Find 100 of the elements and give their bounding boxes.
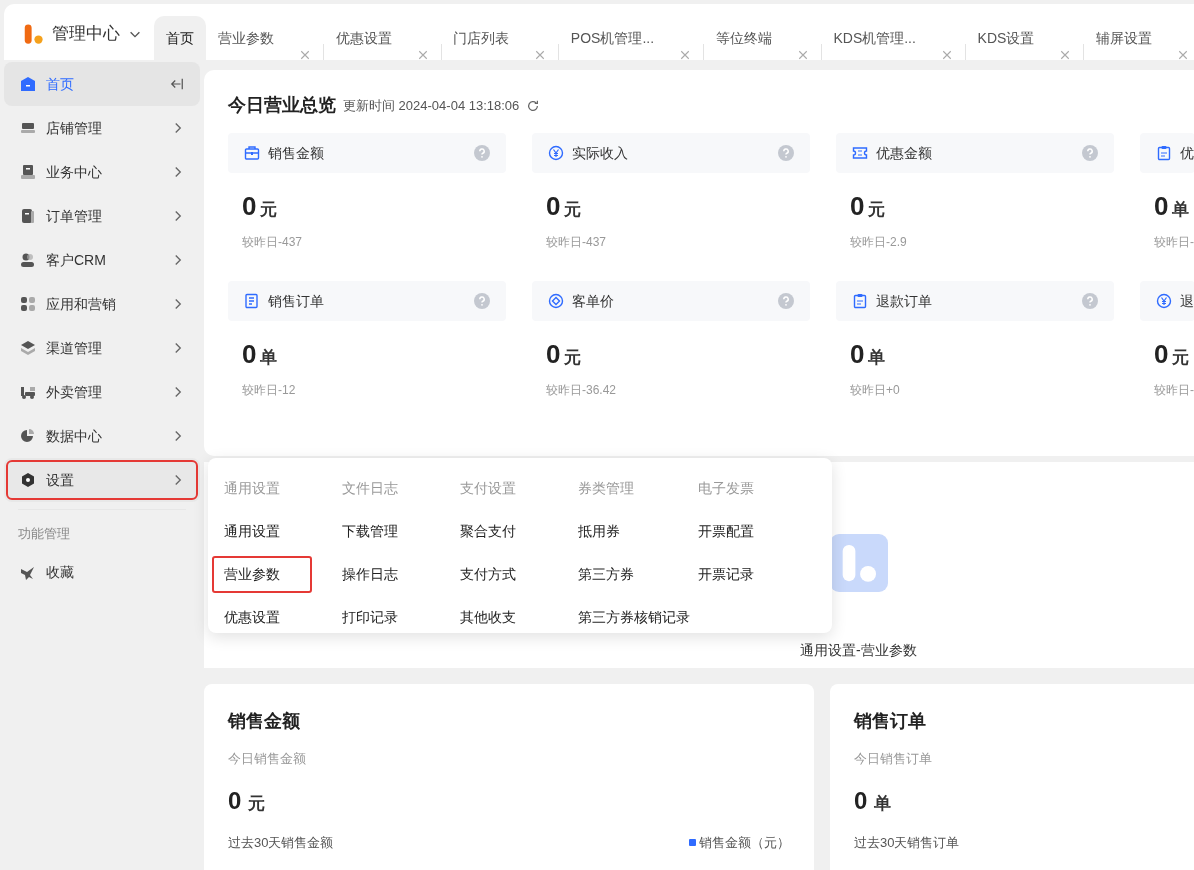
stat-unit: 单 <box>1171 199 1189 221</box>
shortcut-label[interactable]: 通用设置-营业参数 <box>800 640 917 661</box>
tab[interactable]: 门店列表 <box>441 16 522 60</box>
sidebar-item[interactable]: 外卖管理 <box>4 370 200 414</box>
sidebar-item[interactable]: 客户CRM <box>4 238 200 282</box>
menu-item[interactable]: 第三方券核销记录 <box>566 599 702 636</box>
briefcase-icon <box>244 145 260 161</box>
card-value: 0 <box>854 785 868 816</box>
menu-item[interactable]: 抵用券 <box>566 513 632 550</box>
tab[interactable]: KDS设置 <box>965 16 1047 60</box>
section-label: 功能管理 <box>17 525 71 543</box>
stat-value: 0 <box>242 190 257 223</box>
menu-item[interactable]: 第三方券 <box>566 556 646 593</box>
close-icon[interactable] <box>797 50 808 60</box>
close-icon[interactable] <box>680 50 691 60</box>
sidebar-item[interactable]: 店铺管理 <box>4 106 200 150</box>
sidebar-item[interactable]: 设置 <box>4 458 200 502</box>
stat-label: 退 <box>1180 291 1194 311</box>
sidebar-item[interactable]: 首页 <box>4 62 200 106</box>
stat-comparison: 较昨日-12 <box>242 382 297 399</box>
tab[interactable]: 优惠设置 <box>323 16 404 60</box>
tab[interactable]: 等位终端 <box>703 16 784 60</box>
menu-item[interactable]: 操作日志 <box>330 556 410 593</box>
period-label: 过去30天销售金额 <box>228 833 334 852</box>
ticket-icon <box>852 145 868 161</box>
tab[interactable]: 营业参数 <box>205 16 286 60</box>
card-title: 销售金额 <box>228 710 301 733</box>
refresh-icon <box>526 98 541 113</box>
close-icon[interactable] <box>1178 50 1189 60</box>
tab[interactable]: KDS机管理... <box>821 16 928 60</box>
card-value: 0 <box>228 785 242 816</box>
menu-heading: 券类管理 <box>578 479 635 498</box>
close-icon[interactable] <box>417 50 428 60</box>
stat-comparison: 较昨日-36.42 <box>546 382 618 399</box>
receipt-icon <box>244 293 260 309</box>
close-icon[interactable] <box>1060 50 1071 60</box>
menu-item[interactable]: 其他收支 <box>448 599 528 636</box>
menu-item[interactable]: 支付方式 <box>448 556 528 593</box>
apps-icon <box>20 296 36 312</box>
stat-unit: 元 <box>563 347 581 369</box>
help-icon[interactable] <box>474 145 490 161</box>
stat-unit: 元 <box>563 199 581 221</box>
stat-unit: 单 <box>259 347 277 369</box>
menu-item[interactable]: 打印记录 <box>330 599 410 636</box>
sidebar-item[interactable]: 数据中心 <box>4 414 200 458</box>
menu-item[interactable]: 优惠设置 <box>212 599 292 636</box>
settings-icon <box>20 472 36 488</box>
clipboard-icon <box>1156 145 1172 161</box>
menu-item[interactable]: 营业参数 <box>212 556 312 593</box>
help-icon[interactable] <box>1082 293 1098 309</box>
stat-value: 0 <box>242 338 257 371</box>
logo-icon <box>22 23 44 45</box>
menu-item[interactable]: 聚合支付 <box>448 513 528 550</box>
section-title: 今日营业总览 <box>228 94 336 117</box>
stat-label: 实际收入 <box>572 143 628 163</box>
legend-label: 销售金额（元） <box>699 833 790 852</box>
sidebar-item[interactable]: 应用和营销 <box>4 282 200 326</box>
stat-label: 优惠金额 <box>876 143 932 163</box>
stat-value: 0 <box>850 190 865 223</box>
card-subtitle: 今日销售金额 <box>228 750 307 768</box>
sidebar-item[interactable]: 渠道管理 <box>4 326 200 370</box>
menu-item[interactable]: 开票配置 <box>686 513 766 550</box>
monitor-icon <box>20 164 36 180</box>
card-unit: 单 <box>874 792 892 815</box>
app-title[interactable]: 管理中心 <box>52 21 120 47</box>
stat-label: 客单价 <box>572 291 614 311</box>
help-icon[interactable] <box>474 293 490 309</box>
close-icon[interactable] <box>299 50 310 60</box>
sidebar-item[interactable]: 业务中心 <box>4 150 200 194</box>
document-icon <box>20 208 36 224</box>
layers-icon <box>20 340 36 356</box>
help-icon[interactable] <box>778 145 794 161</box>
sidebar-item[interactable]: 订单管理 <box>4 194 200 238</box>
stat-value: 0 <box>850 338 865 371</box>
tab[interactable]: 首页 <box>153 16 206 60</box>
period-label: 过去30天销售订单 <box>854 833 960 852</box>
clipboard-icon <box>852 293 868 309</box>
user-icon <box>20 252 36 268</box>
yen-icon <box>1156 293 1172 309</box>
tab[interactable]: 辅屏设置 <box>1084 16 1165 60</box>
stat-value: 0 <box>1154 190 1169 223</box>
sidebar-item[interactable]: 收藏 <box>4 550 200 595</box>
storefront-icon <box>20 120 36 136</box>
menu-item[interactable]: 通用设置 <box>212 513 292 550</box>
close-icon[interactable] <box>941 50 952 60</box>
menu-heading: 电子发票 <box>698 479 755 498</box>
help-icon[interactable] <box>778 293 794 309</box>
tab[interactable]: POS机管理... <box>558 16 667 60</box>
card-subtitle: 今日销售订单 <box>854 750 933 768</box>
help-icon[interactable] <box>1082 145 1098 161</box>
stat-unit: 元 <box>259 199 277 221</box>
close-icon[interactable] <box>535 50 546 60</box>
menu-item[interactable]: 开票记录 <box>686 556 766 593</box>
menu-item[interactable]: 下载管理 <box>330 513 410 550</box>
stat-unit: 元 <box>1171 347 1189 369</box>
stat-comparison: 较昨日- <box>1154 382 1194 399</box>
stat-label: 销售订单 <box>268 291 324 311</box>
yen-icon <box>548 145 564 161</box>
stat-comparison: 较昨日+0 <box>850 382 901 399</box>
card-title: 销售订单 <box>854 710 927 733</box>
